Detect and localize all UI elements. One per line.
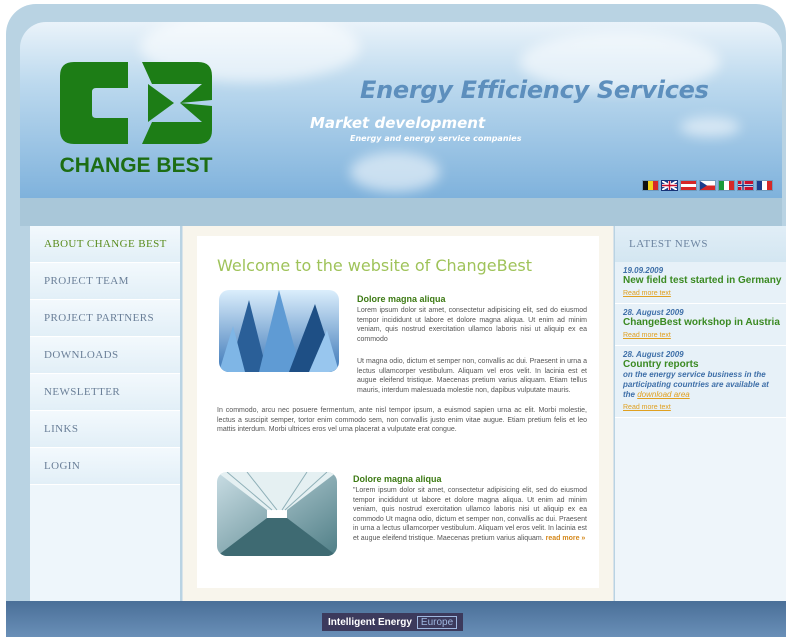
site-subtitle: Market development (310, 114, 486, 132)
page-frame: CHANGE BEST Energy Efficiency Services M… (6, 4, 786, 637)
flag-austria-icon[interactable] (680, 180, 697, 191)
article-2-body: "Lorem ipsum dolor sit amet, consectetur… (353, 487, 587, 542)
news-item: 28. August 2009 Country reports on the e… (615, 346, 786, 418)
read-more-link[interactable]: read more » (546, 535, 586, 542)
welcome-heading: Welcome to the website of ChangeBest (217, 256, 533, 275)
news-item: 19.09.2009 New field test started in Ger… (615, 262, 786, 304)
badge-region-text: Europe (416, 615, 458, 629)
logo-text: CHANGE BEST (59, 154, 213, 177)
nav-item-links[interactable]: LINKS (30, 411, 180, 448)
header-divider (20, 198, 782, 226)
nav-item-login[interactable]: LOGIN (30, 448, 180, 485)
nav-item-project-team[interactable]: PROJECT TEAM (30, 263, 180, 300)
news-date: 28. August 2009 (623, 308, 684, 317)
flag-uk-icon[interactable] (661, 180, 678, 191)
nav-item-about[interactable]: ABOUT CHANGE BEST (30, 226, 180, 263)
news-read-more-link[interactable]: Read more text (623, 404, 782, 411)
article-1-title: Dolore magna aliqua (357, 294, 446, 304)
content-panel: Welcome to the website of ChangeBest Dol… (197, 236, 599, 588)
site-tagline: Energy and energy service companies (350, 134, 522, 143)
news-date: 28. August 2009 (623, 350, 684, 359)
site-title: Energy Efficiency Services (360, 76, 709, 104)
site-header: CHANGE BEST Energy Efficiency Services M… (20, 22, 782, 198)
article-1-image (219, 290, 339, 372)
flag-czech-icon[interactable] (699, 180, 716, 191)
news-panel: LATEST NEWS 19.09.2009 New field test st… (615, 226, 786, 601)
site-footer: Intelligent Energy Europe (6, 601, 786, 637)
article-1-paragraph-2: Ut magna odio, dictum et semper non, con… (357, 358, 587, 394)
article-2-title: Dolore magna aliqua (353, 474, 442, 484)
article-1-paragraph-3: In commodo, arcu nec posuere fermentum, … (217, 407, 587, 434)
badge-main-text: Intelligent Energy (328, 616, 412, 628)
intelligent-energy-badge[interactable]: Intelligent Energy Europe (322, 613, 464, 631)
nav-item-project-partners[interactable]: PROJECT PARTNERS (30, 300, 180, 337)
article-1-paragraph-1: Lorem ipsum dolor sit amet, consectetur … (357, 307, 587, 343)
news-date: 19.09.2009 (623, 266, 664, 275)
news-headline[interactable]: ChangeBest workshop in Austria (623, 317, 782, 328)
flag-norway-icon[interactable] (737, 180, 754, 191)
news-read-more-link[interactable]: Read more text (623, 290, 782, 297)
flag-france-icon[interactable] (756, 180, 773, 191)
logo-mark-icon (60, 62, 212, 144)
news-headline[interactable]: Country reports (623, 359, 782, 370)
news-item: 28. August 2009 ChangeBest workshop in A… (615, 304, 786, 346)
sidebar-nav: ABOUT CHANGE BEST PROJECT TEAM PROJECT P… (30, 226, 180, 601)
language-flags (642, 180, 773, 191)
flag-belgium-icon[interactable] (642, 180, 659, 191)
download-area-link[interactable]: download area (637, 390, 689, 399)
news-heading: LATEST NEWS (615, 226, 786, 262)
flag-italy-icon[interactable] (718, 180, 735, 191)
article-2-image (217, 472, 337, 556)
article-2-text: "Lorem ipsum dolor sit amet, consectetur… (353, 486, 587, 544)
main-content: Welcome to the website of ChangeBest Dol… (182, 226, 614, 601)
nav-item-newsletter[interactable]: NEWSLETTER (30, 374, 180, 411)
news-description: on the energy service business in the pa… (623, 370, 782, 400)
news-read-more-link[interactable]: Read more text (623, 332, 782, 339)
nav-item-downloads[interactable]: DOWNLOADS (30, 337, 180, 374)
changebest-logo[interactable]: CHANGE BEST (56, 54, 216, 184)
news-headline[interactable]: New field test started in Germany (623, 275, 782, 286)
